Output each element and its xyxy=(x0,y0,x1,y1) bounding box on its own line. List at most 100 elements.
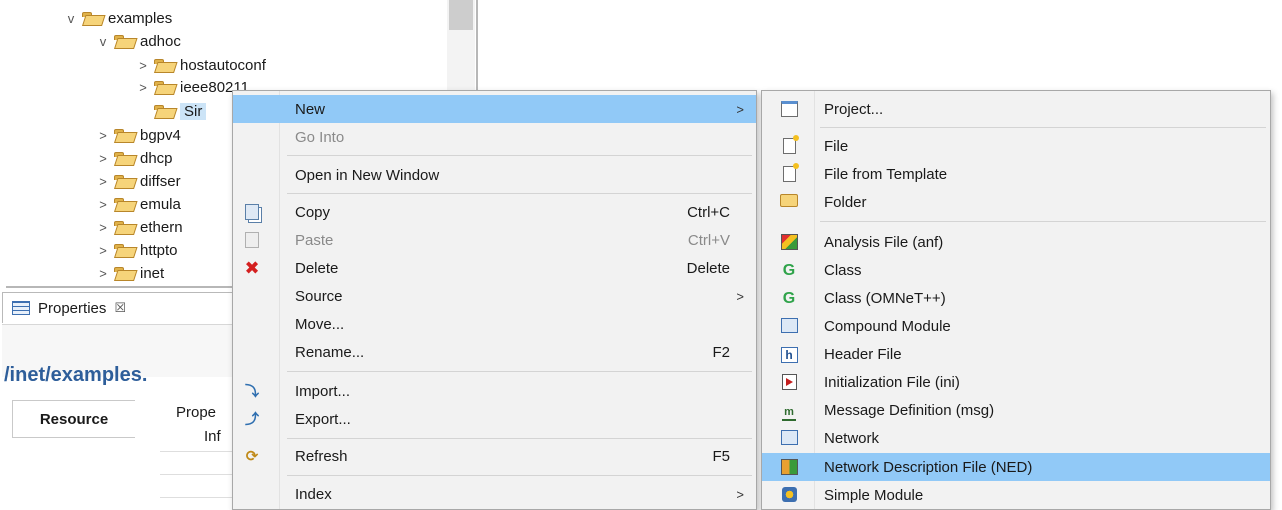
tree-item-diffserv[interactable]: > diffser xyxy=(92,170,181,192)
delete-icon: ✖ xyxy=(244,258,260,278)
menu-item-shortcut: Ctrl+V xyxy=(687,231,730,249)
submenu-item-omnet-class[interactable]: G Class (OMNeT++) xyxy=(762,284,1270,312)
analysis-file-icon xyxy=(780,234,798,250)
folder-icon xyxy=(114,197,134,211)
project-icon xyxy=(780,101,798,117)
file-template-icon xyxy=(780,163,799,182)
folder-icon xyxy=(154,104,174,118)
menu-item-new[interactable]: New > xyxy=(233,95,756,123)
chevron-right-icon[interactable]: > xyxy=(92,197,114,212)
submenu-item-label: Folder xyxy=(824,193,867,211)
folder-icon xyxy=(114,220,134,234)
chevron-right-icon[interactable]: > xyxy=(132,80,154,95)
submenu-item-project[interactable]: Project... xyxy=(762,95,1270,123)
submenu-item-ini-file[interactable]: Initialization File (ini) xyxy=(762,368,1270,396)
tree-item-ethernet[interactable]: > ethern xyxy=(92,216,182,238)
menu-item-index[interactable]: Index > xyxy=(233,480,756,508)
folder-icon xyxy=(114,34,134,48)
submenu-item-label: Network xyxy=(824,429,880,447)
tree-item-label: httpto xyxy=(140,241,178,259)
folder-icon xyxy=(154,80,174,94)
submenu-item-label: Initialization File (ini) xyxy=(824,373,960,391)
tree-item-label: examples xyxy=(108,9,173,27)
menu-item-rename[interactable]: Rename... F2 xyxy=(233,338,756,366)
compound-module-icon xyxy=(780,318,798,334)
submenu-item-label: Simple Module xyxy=(824,486,924,504)
chevron-down-icon[interactable]: v xyxy=(60,11,82,26)
chevron-right-icon[interactable]: > xyxy=(92,128,114,143)
submenu-item-label: Analysis File (anf) xyxy=(824,233,944,251)
tree-item-emulation[interactable]: > emula xyxy=(92,193,181,215)
tree-item-label: Sir xyxy=(180,102,207,120)
submenu-item-label: File xyxy=(824,137,849,155)
tree-item-bgpv4[interactable]: > bgpv4 xyxy=(92,124,181,146)
divider xyxy=(160,451,232,452)
folder-icon xyxy=(780,194,798,210)
tree-item-label: diffser xyxy=(140,172,181,190)
property-row-info: Inf xyxy=(204,428,221,445)
tree-item-label: hostautoconf xyxy=(180,56,266,74)
tree-item-dhcp[interactable]: > dhcp xyxy=(92,147,173,169)
menu-item-open-in-new-window[interactable]: Open in New Window xyxy=(233,161,756,189)
menu-item-export[interactable]: ⤴ Export... xyxy=(233,405,756,433)
submenu-item-msg-definition[interactable]: m Message Definition (msg) xyxy=(762,396,1270,424)
menu-item-refresh[interactable]: ⟳ Refresh F5 xyxy=(233,442,756,470)
tree-item-inet[interactable]: > inet xyxy=(92,262,164,284)
tab-resource[interactable]: Resource xyxy=(12,400,135,438)
tree-item-selected[interactable]: Sir xyxy=(132,100,207,122)
menu-item-label: Rename... xyxy=(295,343,365,361)
chevron-right-icon[interactable]: > xyxy=(92,174,114,189)
submenu-item-ned-file[interactable]: Network Description File (NED) xyxy=(762,453,1270,481)
folder-icon xyxy=(114,128,134,142)
close-icon[interactable]: ☒ xyxy=(114,300,126,316)
submenu-item-network[interactable]: Network xyxy=(762,424,1270,452)
menu-item-move[interactable]: Move... xyxy=(233,310,756,338)
menu-separator xyxy=(287,155,752,156)
tree-item-examples[interactable]: v examples xyxy=(60,7,172,29)
menu-item-label: Move... xyxy=(295,315,345,333)
submenu-item-file-from-template[interactable]: File from Template xyxy=(762,160,1270,188)
chevron-right-icon[interactable]: > xyxy=(92,151,114,166)
chevron-right-icon[interactable]: > xyxy=(92,220,114,235)
tree-item-adhoc[interactable]: v adhoc xyxy=(92,30,181,52)
submenu-item-analysis-file[interactable]: Analysis File (anf) xyxy=(762,228,1270,256)
submenu-item-file[interactable]: File xyxy=(762,132,1270,160)
menu-item-delete[interactable]: ✖ Delete Delete xyxy=(233,254,756,282)
chevron-right-icon[interactable]: > xyxy=(92,243,114,258)
chevron-right-icon[interactable]: > xyxy=(132,58,154,73)
properties-view: Properties ☒ /inet/examples. Resource Pr… xyxy=(0,288,234,508)
refresh-icon: ⟳ xyxy=(245,448,259,465)
submenu-item-folder[interactable]: Folder xyxy=(762,188,1270,216)
submenu-item-compound-module[interactable]: Compound Module xyxy=(762,312,1270,340)
menu-item-import[interactable]: ⤵ Import... xyxy=(233,377,756,405)
omnet-class-icon: G xyxy=(782,290,796,307)
submenu-item-header-file[interactable]: h Header File xyxy=(762,340,1270,368)
menu-item-label: Delete xyxy=(295,259,339,277)
chevron-down-icon[interactable]: v xyxy=(92,34,114,49)
submenu-item-class[interactable]: G Class xyxy=(762,256,1270,284)
folder-icon xyxy=(114,151,134,165)
paste-icon xyxy=(243,232,261,248)
tree-item-label: dhcp xyxy=(140,149,173,167)
property-column-header: Prope xyxy=(176,404,217,421)
chevron-right-icon[interactable]: > xyxy=(92,266,114,281)
submenu-item-simple-module[interactable]: Simple Module xyxy=(762,481,1270,509)
msg-definition-icon: m xyxy=(780,402,798,421)
menu-item-go-into[interactable]: Go Into xyxy=(233,123,756,151)
submenu-item-label: Project... xyxy=(824,100,884,118)
divider xyxy=(160,497,232,498)
tree-item-httptools[interactable]: > httpto xyxy=(92,239,178,261)
menu-item-shortcut: F2 xyxy=(712,343,730,361)
menu-item-paste[interactable]: Paste Ctrl+V xyxy=(233,226,756,254)
import-icon: ⤵ xyxy=(245,383,259,399)
menu-item-source[interactable]: Source > xyxy=(233,282,756,310)
tree-item-label: inet xyxy=(140,264,165,282)
menu-item-label: New xyxy=(295,100,326,118)
tree-item-hostautoconf[interactable]: > hostautoconf xyxy=(132,54,266,76)
tab-properties[interactable]: Properties ☒ xyxy=(2,292,234,323)
scrollbar-thumb[interactable] xyxy=(449,0,473,30)
menu-item-label: Copy xyxy=(295,203,331,221)
menu-item-copy[interactable]: Copy Ctrl+C xyxy=(233,198,756,226)
context-menu: New > Go Into Open in New Window Copy Ct… xyxy=(232,90,757,510)
header-file-icon: h xyxy=(780,346,798,363)
